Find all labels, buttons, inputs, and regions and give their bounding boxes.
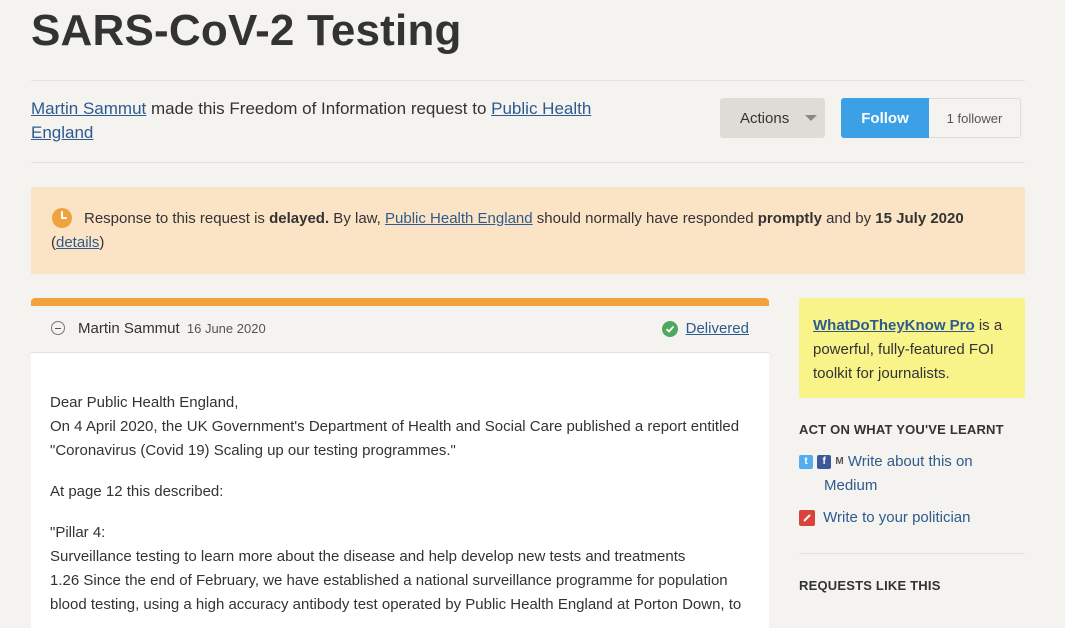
notice-part: and by [821,210,876,227]
divider [31,80,1025,81]
chevron-down-icon [805,115,817,121]
check-icon [661,320,678,337]
clock-icon [52,208,72,228]
write-about-label: Medium [824,477,878,495]
details-line: (details) [51,231,1005,255]
message-card: Martin Sammut 16 June 2020 Delivered Dea… [31,298,769,628]
delivery-status: Delivered [661,320,749,337]
collapse-icon[interactable] [51,321,65,335]
message-line: Dear Public Health England, [50,394,239,411]
message-line: 1.26 Since the end of February, we have … [50,572,742,613]
notice-text: Response to this request is delayed. By … [51,207,1005,231]
promptly-text: promptly [757,210,822,227]
requests-heading: REQUESTS LIKE THIS [799,578,941,593]
pro-promo: WhatDoTheyKnow Pro is a powerful, fully-… [799,298,1025,398]
request-byline: Martin Sammut made this Freedom of Infor… [31,97,631,145]
follow-button[interactable]: Follow [841,98,929,138]
divider [31,162,1025,163]
message-body: Dear Public Health England, On 4 April 2… [31,353,769,617]
message-paragraph: "Pillar 4: Surveillance testing to learn… [50,521,750,617]
requester-link[interactable]: Martin Sammut [31,99,146,118]
due-date: 15 July 2020 [875,210,964,227]
act-heading: ACT ON WHAT YOU'VE LEARNT [799,422,1004,437]
notice-part: should normally have responded [532,210,758,227]
delayed-text: delayed. [269,210,330,227]
write-politician-label: Write to your politician [823,509,971,526]
divider [799,553,1025,554]
twitter-icon: t [799,455,813,470]
page-title: SARS-CoV-2 Testing [31,6,462,55]
pro-link[interactable]: WhatDoTheyKnow Pro [813,317,975,334]
message-line: "Pillar 4: [50,524,106,541]
pencil-icon [799,510,815,527]
message-paragraph: Dear Public Health England, On 4 April 2… [50,391,750,463]
byline-text: made this Freedom of Information request… [146,99,492,118]
message-author: Martin Sammut [78,320,180,337]
details-link[interactable]: details [56,234,99,251]
notice-part: By law, [329,210,385,227]
notice-authority-link[interactable]: Public Health England [385,210,533,227]
actions-label: Actions [740,109,790,127]
facebook-icon: f [817,455,832,470]
write-about-link[interactable]: t f M Write about this on Medium [799,450,973,498]
follower-count: 1 follower [929,98,1021,138]
message-line: Surveillance testing to learn more about… [50,548,686,565]
write-politician-link[interactable]: Write to your politician [799,506,970,530]
message-line: On 4 April 2020, the UK Government's Dep… [50,418,740,459]
medium-icon: M [835,456,844,468]
message-paragraph: At page 12 this described: [50,483,224,500]
delivered-link[interactable]: Delivered [686,320,749,337]
message-author-line: Martin Sammut 16 June 2020 [78,320,266,337]
paren: ) [99,234,105,251]
notice-part: Response to this request is [84,210,270,227]
message-date: 16 June 2020 [186,321,266,336]
delay-notice: Response to this request is delayed. By … [31,187,1025,274]
message-header: Martin Sammut 16 June 2020 Delivered [31,306,769,353]
actions-dropdown[interactable]: Actions [720,98,825,138]
write-about-label: Write about this on [847,453,973,470]
